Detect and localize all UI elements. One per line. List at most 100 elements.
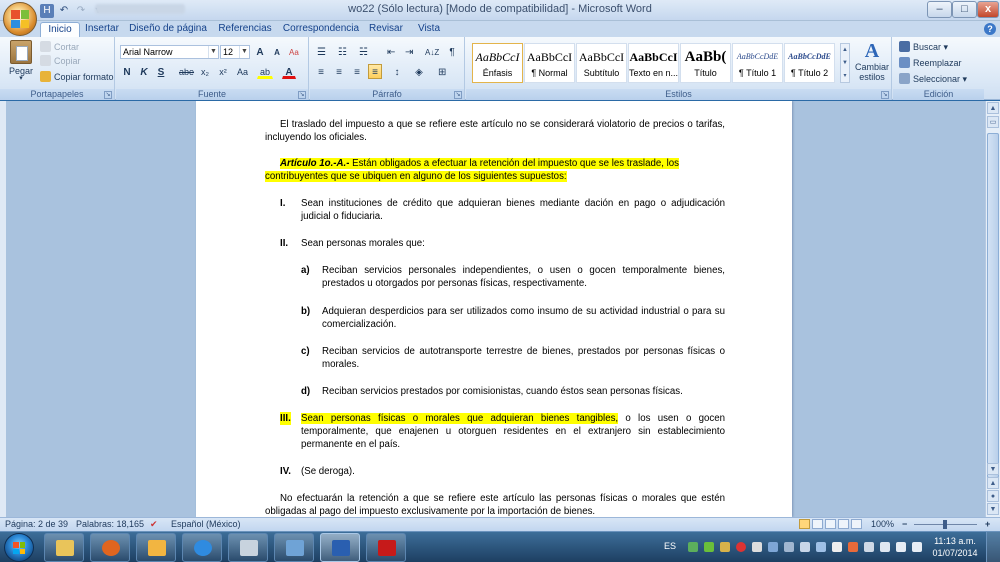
styles-launcher-icon[interactable]: ↘	[881, 91, 889, 99]
start-button[interactable]	[4, 533, 34, 562]
list-item-iv[interactable]: (Se deroga).	[301, 465, 725, 478]
tray-cloud-icon[interactable]	[752, 542, 762, 552]
decrease-indent-button[interactable]: ⇤	[384, 44, 398, 59]
tab-insertar[interactable]: Insertar	[81, 22, 123, 37]
font-name-combo[interactable]: Arial Narrow ▼	[120, 45, 219, 59]
increase-indent-button[interactable]: ⇥	[402, 44, 416, 59]
tray-display-icon[interactable]	[768, 542, 778, 552]
scroll-up-icon[interactable]: ▲	[987, 102, 999, 114]
style-titulo[interactable]: AaBb( Título	[680, 43, 731, 83]
multilevel-list-button[interactable]: ☵	[356, 44, 371, 59]
next-page-icon[interactable]: ▼	[987, 503, 999, 515]
minimize-button[interactable]: –	[927, 1, 952, 18]
list-item-i[interactable]: Sean instituciones de crédito que adquie…	[301, 197, 725, 223]
tray-flag-icon[interactable]	[848, 542, 858, 552]
help-icon[interactable]: ?	[984, 23, 996, 35]
italic-button[interactable]: K	[137, 64, 151, 79]
tray-device-icon[interactable]	[784, 542, 794, 552]
taskbar-clock[interactable]: 11:13 a.m. 01/07/2014	[932, 535, 978, 559]
copy-button[interactable]: Copiar	[40, 55, 81, 68]
ruler-toggle-icon[interactable]: ▭	[987, 116, 999, 128]
justify-button[interactable]: ≡	[368, 64, 382, 79]
clear-format-button[interactable]: Aa	[286, 44, 302, 59]
sort-button[interactable]: A↓Z	[422, 44, 442, 59]
format-painter-button[interactable]: Copiar formato	[40, 71, 114, 84]
font-launcher-icon[interactable]: ↘	[298, 91, 306, 99]
numbering-button[interactable]: ☷	[335, 44, 350, 59]
taskbar-messenger[interactable]	[136, 533, 176, 562]
borders-button[interactable]: ⊞	[435, 64, 449, 79]
find-button[interactable]: Buscar ▾	[899, 41, 948, 54]
change-styles-button[interactable]: A Cambiar estilos	[854, 40, 890, 87]
list-item-d[interactable]: Reciban servicios prestados por comision…	[322, 385, 725, 398]
taskbar-acrobat[interactable]	[366, 533, 406, 562]
zoom-slider-thumb[interactable]	[943, 520, 947, 529]
tray-monitor-icon[interactable]	[864, 542, 874, 552]
clipboard-launcher-icon[interactable]: ↘	[104, 91, 112, 99]
paragraph-traslado[interactable]: El traslado del impuesto a que se refier…	[265, 118, 725, 144]
bullets-button[interactable]: ☰	[314, 44, 329, 59]
input-language[interactable]: ES	[664, 541, 676, 551]
word-count[interactable]: Palabras: 18,165	[76, 518, 144, 531]
tab-vista[interactable]: Vista	[412, 22, 446, 37]
align-right-button[interactable]: ≡	[350, 64, 364, 79]
zoom-in-button[interactable]: +	[985, 518, 990, 531]
show-desktop-button[interactable]	[986, 532, 1000, 562]
tab-correspondencia[interactable]: Correspondencia	[281, 22, 361, 37]
paragraph-no-efectuaran[interactable]: No efectuarán la retención a que se refi…	[265, 492, 725, 517]
page-indicator[interactable]: Página: 2 de 39	[5, 518, 68, 531]
tray-antivirus-icon[interactable]	[736, 542, 746, 552]
underline-button[interactable]: S	[154, 64, 168, 79]
tab-referencias[interactable]: Referencias	[216, 22, 274, 37]
tray-volume-icon[interactable]	[912, 542, 922, 552]
style-normal[interactable]: AaBbCcI ¶ Normal	[524, 43, 575, 83]
tray-nvidia-icon[interactable]	[704, 542, 714, 552]
draft-view-icon[interactable]	[851, 519, 862, 529]
style-texto-negrita[interactable]: AaBbCcI Texto en n...	[628, 43, 679, 83]
change-case-button[interactable]: Aa	[234, 64, 251, 79]
scroll-down-icon[interactable]: ▼	[987, 463, 999, 475]
tab-diseno-pagina[interactable]: Diseño de página	[128, 22, 208, 37]
grow-font-button[interactable]: A	[253, 44, 267, 59]
tab-revisar[interactable]: Revisar	[366, 22, 406, 37]
outline-view-icon[interactable]	[838, 519, 849, 529]
zoom-out-button[interactable]: −	[902, 518, 907, 531]
browse-object-icon[interactable]: ●	[987, 490, 999, 502]
highlight-button[interactable]: ab	[257, 64, 274, 79]
replace-button[interactable]: Reemplazar	[899, 57, 962, 70]
shrink-font-button[interactable]: A	[270, 44, 284, 59]
style-titulo-2[interactable]: AaBbCcDdE ¶ Título 2	[784, 43, 835, 83]
font-color-button[interactable]: A	[282, 64, 296, 79]
vertical-scrollbar[interactable]: ▲ ▭ ▼ ▲ ● ▼	[985, 101, 1000, 517]
taskbar-calculator[interactable]	[228, 533, 268, 562]
shading-button[interactable]: ◈	[412, 64, 426, 79]
tray-keyboard-icon[interactable]	[832, 542, 842, 552]
taskbar-network[interactable]	[274, 533, 314, 562]
proofing-icon[interactable]: ✔	[150, 518, 158, 531]
web-layout-view-icon[interactable]	[825, 519, 836, 529]
style-enfasis[interactable]: AaBbCcI Énfasis	[472, 43, 523, 83]
language-indicator[interactable]: Español (México)	[171, 518, 241, 531]
list-item-iii[interactable]: Sean personas físicas o morales que adqu…	[301, 412, 725, 451]
superscript-button[interactable]: x²	[216, 64, 230, 79]
strikethrough-button[interactable]: abe	[176, 64, 197, 79]
paragraph-articulo-1a[interactable]: Artículo 1o.-A.- Están obligados a efect…	[265, 157, 725, 183]
tray-sync-icon[interactable]	[688, 542, 698, 552]
zoom-level[interactable]: 100%	[871, 518, 894, 531]
taskbar-explorer[interactable]	[44, 533, 84, 562]
select-button[interactable]: Seleccionar ▾	[899, 73, 967, 86]
paste-button[interactable]: Pegar ▾	[5, 40, 37, 85]
style-titulo-1[interactable]: AaBbCcDdE ¶ Título 1	[732, 43, 783, 83]
list-item-c[interactable]: Reciban servicios de autotransporte terr…	[322, 345, 725, 371]
cut-button[interactable]: Cortar	[40, 41, 79, 54]
full-screen-view-icon[interactable]	[812, 519, 823, 529]
maximize-button[interactable]: □	[952, 1, 977, 18]
align-left-button[interactable]: ≡	[314, 64, 328, 79]
styles-gallery-scroll[interactable]: ▲ ▼ ▾	[840, 43, 850, 83]
document-area[interactable]: El traslado del impuesto a que se refier…	[0, 101, 985, 517]
taskbar-word[interactable]	[320, 533, 360, 562]
taskbar-media-player[interactable]	[90, 533, 130, 562]
line-spacing-button[interactable]: ↕	[390, 64, 404, 79]
list-item-ii[interactable]: Sean personas morales que:	[301, 237, 725, 250]
scroll-thumb[interactable]	[987, 133, 999, 478]
